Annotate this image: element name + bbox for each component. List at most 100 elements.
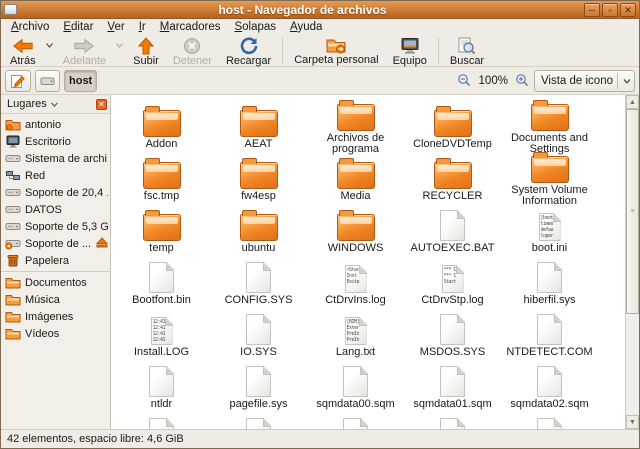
toolbar-atras-history-chevron[interactable] [43, 35, 56, 66]
file-item[interactable] [113, 415, 210, 429]
folder-icon [531, 156, 569, 183]
page-fold [263, 262, 271, 271]
zoom-in-button[interactable] [515, 73, 530, 88]
sidebar-item-soporte-de-20-4[interactable]: Soporte de 20,4 ... [1, 184, 110, 201]
file-pagefile-sys[interactable]: pagefile.sys [210, 363, 307, 415]
sidebar-item-soporte-de[interactable]: Soporte de ... [1, 235, 110, 252]
network-icon [5, 169, 21, 182]
file-io-sys[interactable]: IO.SYS [210, 311, 307, 363]
sidebar-item-videos[interactable]: Vídeos [1, 325, 110, 342]
file-item[interactable] [501, 415, 598, 429]
sidebar-item-escritorio[interactable]: Escritorio [1, 133, 110, 150]
titlebar[interactable]: host - Navegador de archivos ─ ▫ ✕ [1, 1, 639, 19]
folder-system-volume-information[interactable]: System Volume Information [501, 155, 598, 207]
toolbar-subir-button[interactable]: Subir [126, 35, 166, 66]
file-ntdetect-com[interactable]: NTDETECT.COM [501, 311, 598, 363]
file-ntldr[interactable]: ntldr [113, 363, 210, 415]
close-button[interactable]: ✕ [620, 3, 636, 17]
scrollbar-thumb[interactable]: ≡ [626, 109, 639, 314]
folder-windows[interactable]: WINDOWS [307, 207, 404, 259]
sidebar-item-sistema-de-archi[interactable]: Sistema de archi... [1, 150, 110, 167]
file-name-label: System Volume Information [504, 185, 596, 207]
file-item[interactable] [307, 415, 404, 429]
minimize-button[interactable]: ─ [584, 3, 600, 17]
file-icon-area: [BIM]ExterPreInPreIn [345, 311, 367, 345]
file-icon-area [537, 415, 562, 429]
file-sqmdata00-sqm[interactable]: sqmdata00.sqm [307, 363, 404, 415]
toolbar-atras-button[interactable]: Atrás [3, 35, 43, 66]
menu-marcadores[interactable]: Marcadores [154, 20, 227, 34]
file-name-label: Media [341, 191, 371, 202]
folder-recycler[interactable]: RECYCLER [404, 155, 501, 207]
scroll-down-icon[interactable]: ▼ [626, 415, 639, 429]
file-item[interactable] [404, 415, 501, 429]
menu-solapas[interactable]: Solapas [228, 20, 282, 34]
file-lang-txt[interactable]: [BIM]ExterPreInPreInLang.txt [307, 311, 404, 363]
file-ctdrvstp-log[interactable]: *** C*** CStartCtDrvStp.log [404, 259, 501, 311]
sidebar-item-datos[interactable]: DATOS [1, 201, 110, 218]
file-icon-area [143, 207, 181, 241]
stop-icon [183, 37, 201, 55]
zoom-out-button[interactable] [457, 73, 472, 88]
toggle-location-entry-button[interactable] [5, 70, 31, 92]
folder-fsc-tmp[interactable]: fsc.tmp [113, 155, 210, 207]
sidebar-item-soporte-de-5-3-gib[interactable]: Soporte de 5,3 GiB [1, 218, 110, 235]
toolbar-recargar-button[interactable]: Recargar [219, 35, 278, 66]
sidebar-close-icon[interactable]: ✕ [96, 99, 107, 110]
file-item[interactable] [210, 415, 307, 429]
folder-documents-and-settings[interactable]: Documents and Settings [501, 103, 598, 155]
menu-ir[interactable]: Ir [133, 20, 152, 34]
view-mode-label: Vista de icono [541, 75, 613, 87]
file-hiberfil-sys[interactable]: hiberfil.sys [501, 259, 598, 311]
eject-icon[interactable] [96, 237, 108, 251]
folder-media[interactable]: Media [307, 155, 404, 207]
search-icon [457, 37, 476, 55]
file-boot-ini[interactable]: [boottimeodefauloperboot.ini [501, 207, 598, 259]
file-name-label: AUTOEXEC.BAT [411, 243, 495, 254]
folder-clonedvdtemp[interactable]: CloneDVDTemp [404, 103, 501, 155]
file-icon-area [537, 259, 562, 293]
folder-ubuntu[interactable]: ubuntu [210, 207, 307, 259]
file-autoexec-bat[interactable]: AUTOEXEC.BAT [404, 207, 501, 259]
vertical-scrollbar[interactable]: ▲ ≡ ▼ [625, 95, 639, 429]
file-sqmdata02-sqm[interactable]: sqmdata02.sqm [501, 363, 598, 415]
toolbar-carpeta-personal-button[interactable]: Carpeta personal [287, 35, 385, 66]
toolbar-buscar-button[interactable]: Buscar [443, 35, 491, 66]
file-ctdrvins-log[interactable]: <StarInstExiteCtDrvIns.log [307, 259, 404, 311]
maximize-button[interactable]: ▫ [602, 3, 618, 17]
sidebar-item-label: Soporte de 5,3 GiB [25, 221, 108, 233]
menu-archivo[interactable]: Archivo [5, 20, 55, 34]
sidebar-item-antonio[interactable]: antonio [1, 116, 110, 133]
folder-archivos-de-programa[interactable]: Archivos de programa [307, 103, 404, 155]
folder-fw4esp[interactable]: fw4esp [210, 155, 307, 207]
sidebar-item-documentos[interactable]: Documentos [1, 274, 110, 291]
file-bootfont-bin[interactable]: Bootfont.bin [113, 259, 210, 311]
menu-editar[interactable]: Editar [57, 20, 99, 34]
scrollbar-track[interactable]: ≡ [626, 109, 639, 415]
folder-temp[interactable]: temp [113, 207, 210, 259]
menu-ayuda[interactable]: Ayuda [284, 20, 328, 34]
view-mode-dropdown[interactable]: Vista de icono [534, 70, 635, 92]
sidebar-item-musica[interactable]: Música [1, 291, 110, 308]
sidebar-item-papelera[interactable]: Papelera [1, 252, 110, 269]
scroll-up-icon[interactable]: ▲ [626, 95, 639, 109]
folder-addon[interactable]: Addon [113, 103, 210, 155]
file-install-log[interactable]: 12:4112:4112:4112:41 Install.LOG [113, 311, 210, 363]
sidebar-item-imagenes[interactable]: Imágenes [1, 308, 110, 325]
path-button-host[interactable]: host [64, 70, 97, 92]
file-sqmdata01-sqm[interactable]: sqmdata01.sqm [404, 363, 501, 415]
sidebar-title-dropdown[interactable]: Lugares [4, 98, 47, 110]
document-icon [440, 366, 465, 397]
folder-icon [5, 293, 21, 306]
toolbar-equipo-button[interactable]: Equipo [386, 35, 434, 66]
file-name-label: Install.LOG [134, 347, 189, 358]
page-fold [554, 262, 562, 271]
sidebar-item-red[interactable]: Red [1, 167, 110, 184]
folder-aeat[interactable]: AEAT [210, 103, 307, 155]
root-path-button[interactable] [35, 70, 60, 92]
file-icon-area: 12:4112:4112:4112:41 [151, 311, 173, 345]
folder-icon [531, 104, 569, 131]
file-msdos-sys[interactable]: MSDOS.SYS [404, 311, 501, 363]
file-config-sys[interactable]: CONFIG.SYS [210, 259, 307, 311]
menu-ver[interactable]: Ver [101, 20, 130, 34]
